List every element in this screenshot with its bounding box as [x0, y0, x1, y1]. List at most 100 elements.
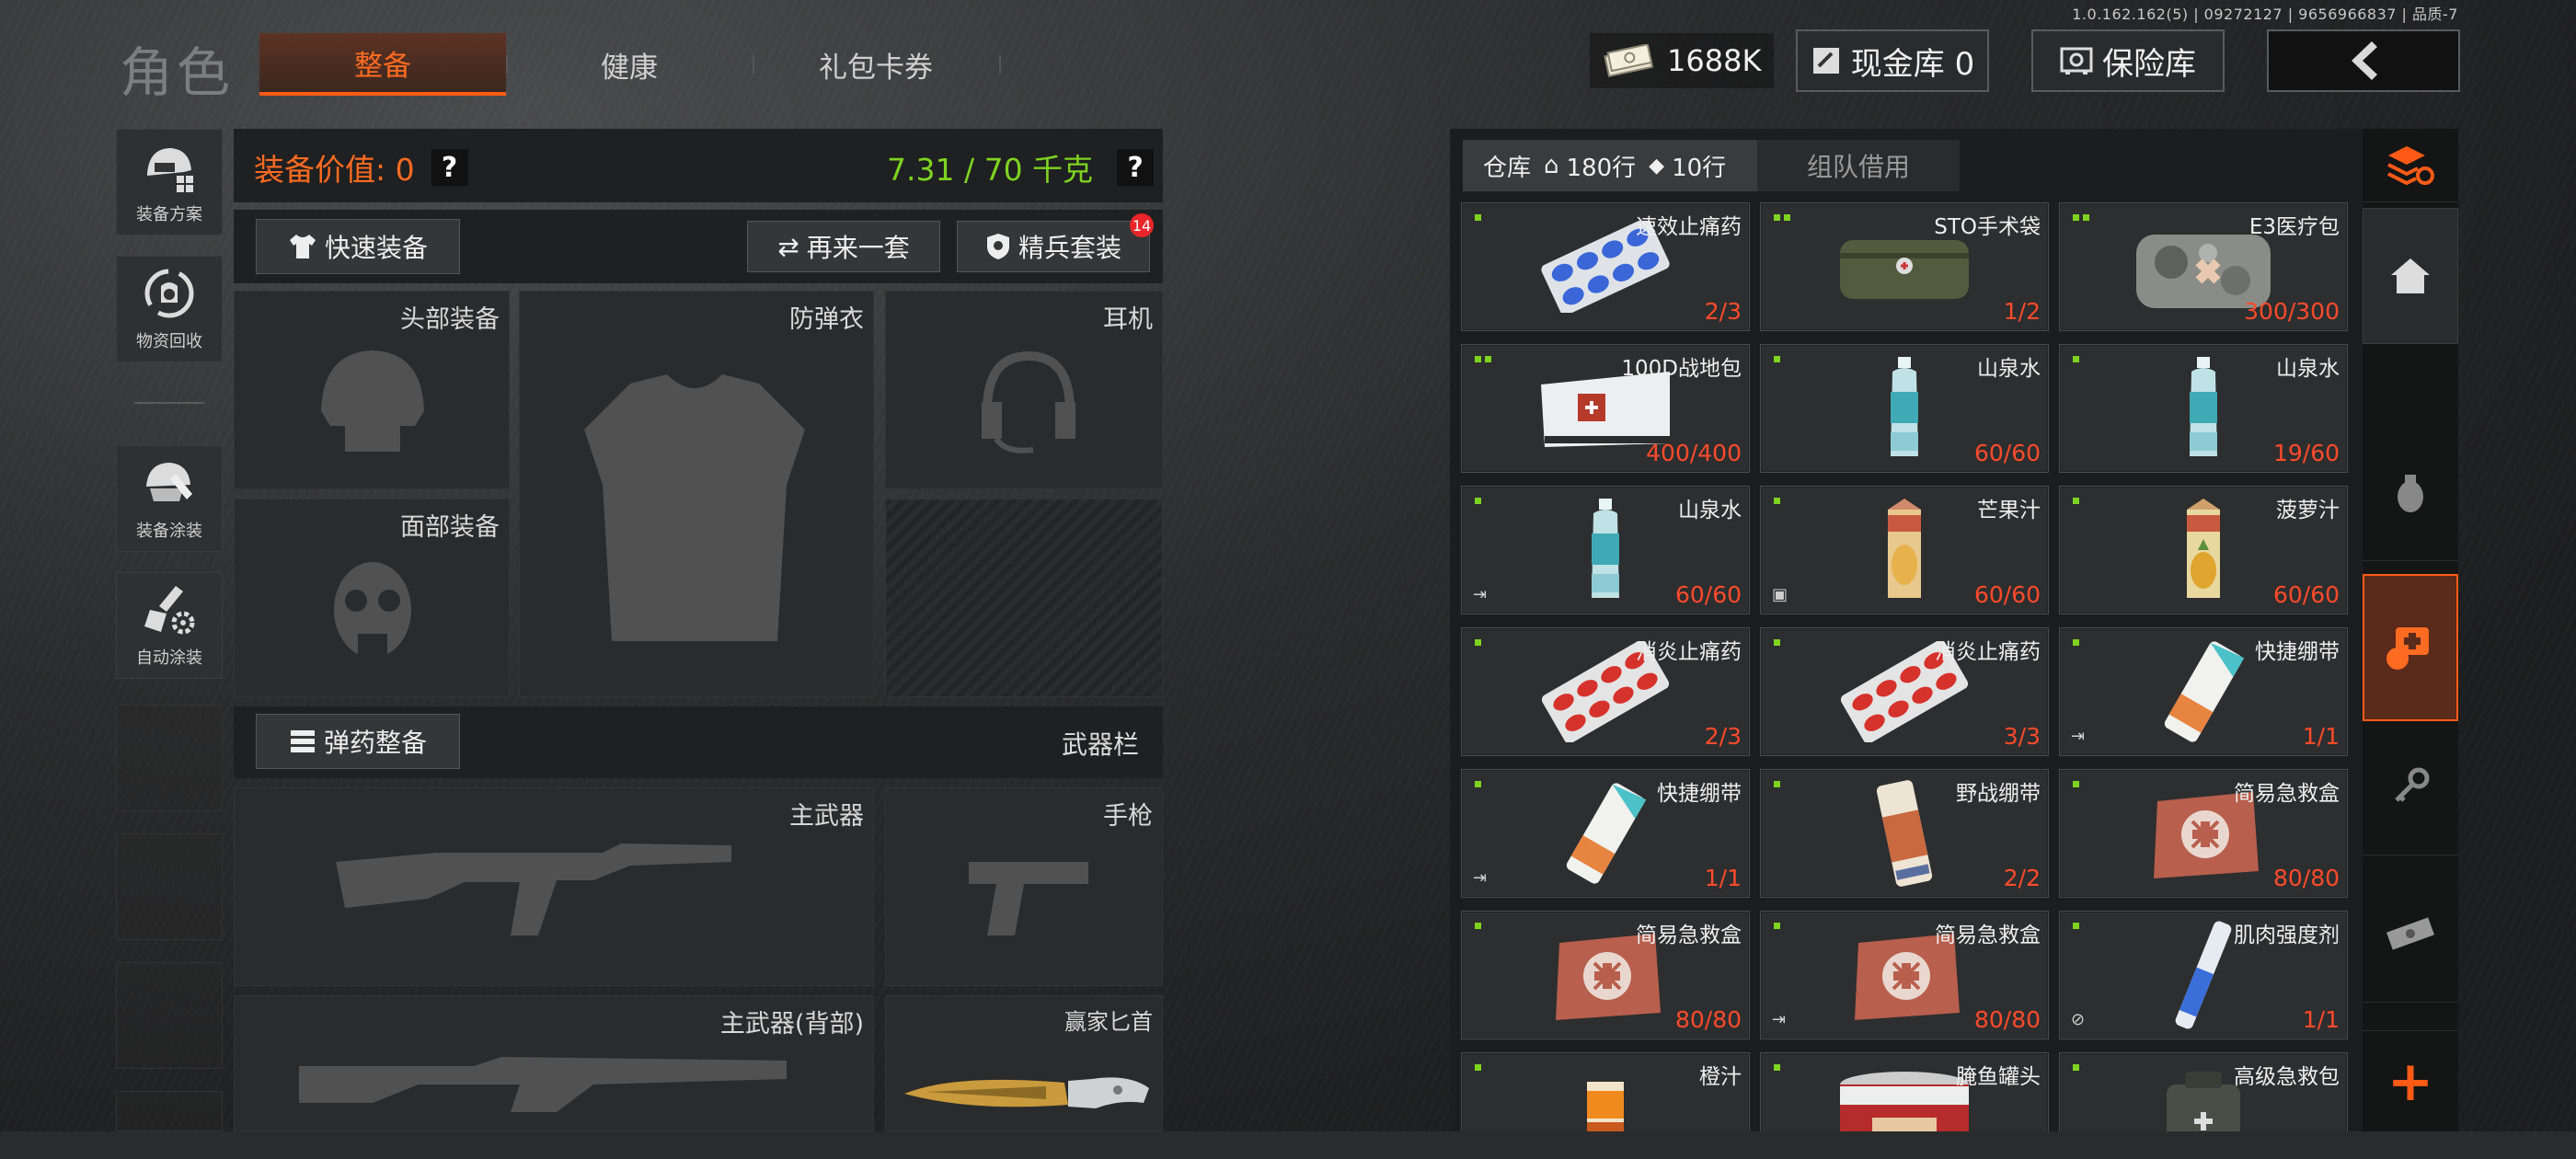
warehouse-category-bar: + [2363, 129, 2458, 1131]
item-quality-dots [2073, 1064, 2079, 1071]
item-quality-dot [2083, 214, 2089, 221]
inventory-item[interactable]: E3医疗包 300/300 [2059, 202, 2348, 331]
item-name: 芒果汁 [1977, 499, 2041, 522]
item-quality-dots [2073, 639, 2079, 646]
slot-primary-weapon[interactable]: 主武器 [234, 787, 874, 986]
tab-gift-coupons[interactable]: 礼包卡券 [753, 33, 1001, 96]
inventory-item[interactable]: 速效止痛药 2/3 [1461, 202, 1750, 331]
elite-set-label: 精兵套装 [1018, 233, 1121, 263]
item-quality-dot [1475, 923, 1481, 929]
item-name: 山泉水 [1977, 357, 2041, 381]
inventory-item[interactable]: 菠萝汁 60/60 [2059, 486, 2348, 614]
item-quality-dot [1485, 356, 1491, 362]
safe-box-button[interactable]: 保险库 [2031, 29, 2225, 92]
item-quality-dots [1475, 356, 1491, 362]
item-quality-dot [2073, 781, 2079, 787]
item-quality-dot [1475, 639, 1481, 646]
item-quality-dots [1475, 1064, 1481, 1071]
inventory-item[interactable]: 简易急救盒 80/80 [2059, 769, 2348, 898]
inventory-item[interactable]: 简易急救盒 80/80 ⇥ [1760, 911, 2049, 1039]
inventory-item[interactable]: 芒果汁 60/60 ▣ [1760, 486, 2049, 614]
slot-earpiece[interactable]: 耳机 [885, 291, 1163, 489]
category-cash-button[interactable] [2363, 865, 2458, 1003]
inventory-item[interactable]: 简易急救盒 80/80 [1461, 911, 1750, 1039]
inventory-item[interactable]: 肌肉强度剂 1/1 ⊘ [2059, 911, 2348, 1039]
inventory-item[interactable]: 野战绷带 2/2 [1760, 769, 2049, 898]
category-all-button[interactable] [2363, 129, 2458, 202]
sidebar-item-loadout-plan[interactable]: 装备方案 [116, 129, 223, 235]
item-name: 消炎止痛药 [1935, 640, 2041, 664]
weapon-bar-label: 武器栏 [1061, 729, 1139, 760]
item-quality-dots [2073, 356, 2079, 362]
value-help-icon[interactable]: ? [431, 149, 468, 186]
plus-icon: + [2386, 1049, 2434, 1114]
item-count: 60/60 [1973, 581, 2041, 608]
weight-help-icon[interactable]: ? [1117, 149, 1155, 186]
slot-pistol-label: 手枪 [1103, 802, 1153, 831]
shirt-icon [289, 235, 316, 258]
inventory-item[interactable]: 山泉水 60/60 [1760, 344, 2049, 473]
inventory-item[interactable]: 快捷绷带 1/1 ⇥ [1461, 769, 1750, 898]
quick-equip-label: 快速装备 [324, 233, 428, 263]
quick-equip-button[interactable]: 快速装备 [256, 219, 460, 274]
sidebar-item-auto-paint[interactable]: 自动涂装 [116, 572, 223, 679]
tab-team-borrow[interactable]: 组队借用 [1757, 140, 1960, 191]
slot-face[interactable]: 面部装备 [234, 499, 510, 697]
item-name: 腌鱼罐头 [1956, 1065, 2041, 1089]
version-text: 1.0.162.162(5) | 09272127 | 9656966837 |… [2072, 6, 2458, 23]
sidebar-label-loadout-plan: 装备方案 [136, 205, 202, 224]
category-grenade-button[interactable] [2363, 423, 2458, 561]
house-icon [2391, 258, 2430, 293]
item-quality-dots [2073, 214, 2089, 221]
item-quality-dots [1774, 498, 1780, 504]
slot-armor[interactable]: 防弹衣 [519, 291, 874, 697]
slot-face-label: 面部装备 [400, 513, 500, 542]
slot-pistol[interactable]: 手枪 [885, 787, 1163, 986]
item-quality-dot [2073, 923, 2079, 929]
slot-head[interactable]: 头部装备 [234, 291, 510, 489]
inventory-item[interactable]: 消炎止痛药 3/3 [1760, 627, 2049, 756]
money-display: 1688K [1590, 33, 1775, 88]
ammo-prep-button[interactable]: 弹药整备 [256, 714, 460, 769]
back-button[interactable] [2267, 29, 2460, 92]
item-count: 80/80 [2272, 865, 2340, 891]
item-name: 消炎止痛药 [1636, 640, 1742, 664]
equip-again-button[interactable]: ⇄ 再来一套 [747, 221, 940, 272]
sidebar-empty-slot [116, 705, 223, 811]
tab-prepare[interactable]: 整备 [259, 33, 508, 96]
layers-refresh-icon [2387, 145, 2434, 185]
item-name: 肌肉强度剂 [2234, 924, 2340, 947]
inventory-item[interactable]: 消炎止痛药 2/3 [1461, 627, 1750, 756]
category-home-button[interactable] [2363, 208, 2458, 344]
safe-box-label: 保险库 [2102, 45, 2196, 83]
tab-health[interactable]: 健康 [506, 33, 754, 96]
inventory-item[interactable]: 快捷绷带 1/1 ⇥ [2059, 627, 2348, 756]
inventory-item[interactable]: 100D战地包 400/400 [1461, 344, 1750, 473]
item-name: 橙汁 [1699, 1065, 1742, 1089]
item-quality-dot [1475, 1064, 1481, 1071]
inventory-item[interactable]: STO手术袋 1/2 [1760, 202, 2049, 331]
slot-knife[interactable]: 赢家匕首 [885, 995, 1163, 1131]
warehouse-rows-home: 180行 [1566, 154, 1637, 182]
sidebar-item-paint[interactable]: 装备涂装 [116, 445, 223, 552]
item-name: 快捷绷带 [1657, 782, 1742, 806]
add-category-button[interactable]: + [2363, 1030, 2458, 1131]
category-key-button[interactable] [2363, 717, 2458, 855]
warehouse-tab-label: 仓库 [1483, 154, 1532, 182]
safe-icon [2060, 47, 2093, 75]
slot-knife-label: 赢家匕首 [1064, 1009, 1153, 1035]
item-name: 山泉水 [1678, 499, 1742, 522]
cash-vault-button[interactable]: 现金库 0 [1796, 29, 1989, 92]
elite-set-button[interactable]: 精兵套装 [957, 221, 1150, 272]
sidebar-item-recycle[interactable]: 物资回收 [116, 256, 223, 362]
item-name: 快捷绷带 [2255, 640, 2340, 664]
item-name: 简易急救盒 [1935, 924, 2041, 947]
slot-primary-back[interactable]: 主武器(背部) [234, 995, 874, 1131]
slot-primary-label: 主武器 [789, 802, 864, 831]
vest-icon [584, 374, 805, 641]
category-medical-button[interactable] [2363, 574, 2458, 721]
inventory-item[interactable]: 山泉水 60/60 ⇥ [1461, 486, 1750, 614]
money-stack-icon [2386, 916, 2434, 950]
tab-warehouse[interactable]: 仓库 ⌂ 180行 ◆ 10行 [1463, 140, 1757, 191]
inventory-item[interactable]: 山泉水 19/60 [2059, 344, 2348, 473]
